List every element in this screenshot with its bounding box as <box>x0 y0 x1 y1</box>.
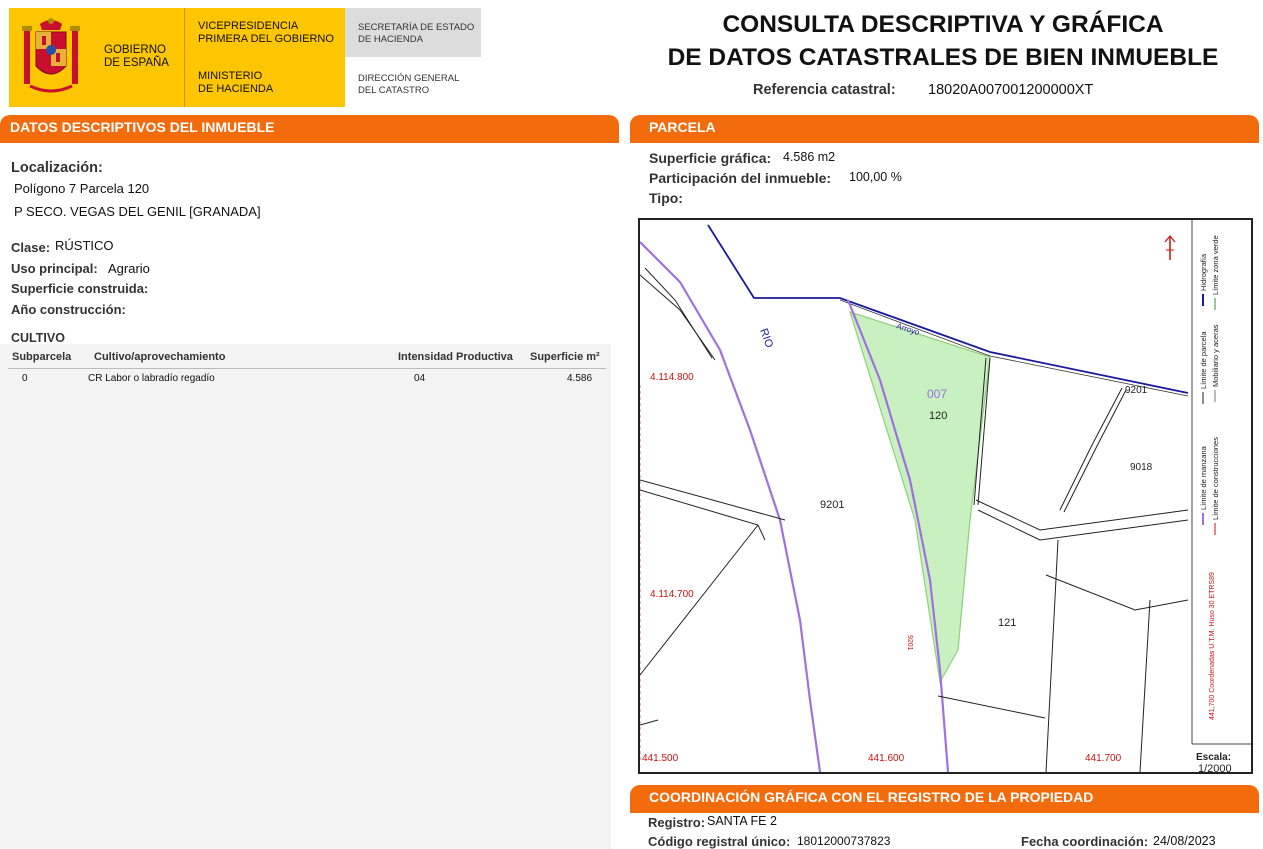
cell-subparcela: 0 <box>22 373 28 384</box>
ref-catastral-label: Referencia catastral: <box>753 82 896 98</box>
uso-label: Uso principal: <box>11 261 98 276</box>
gobierno-label: GOBIERNO DE ESPAÑA <box>104 44 169 69</box>
secretaria-label: SECRETARÍA DE ESTADO DE HACIENDA <box>358 22 475 45</box>
legend-limite-parcela: Límite de parcela <box>1199 331 1208 389</box>
section-underline <box>630 810 1259 813</box>
coord-y-top: 4.114.800 <box>650 372 694 383</box>
fecha-coordinacion-value: 24/08/2023 <box>1153 834 1216 848</box>
legend-zona-verde: Límite zona verde <box>1211 235 1220 295</box>
north-arrow-icon <box>1164 235 1176 260</box>
section-title-datos: DATOS DESCRIPTIVOS DEL INMUEBLE <box>10 119 275 135</box>
direccion-general-label: DIRECCIÓN GENERAL DEL CATASTRO <box>358 73 460 96</box>
government-logo-block: GOBIERNO DE ESPAÑA VICEPRESIDENCIA PRIME… <box>9 8 345 107</box>
cell-superficie: 4.586 <box>567 373 593 384</box>
localizacion-line2: P SECO. VEGAS DEL GENIL [GRANADA] <box>14 204 261 219</box>
document-title: CONSULTA DESCRIPTIVA Y GRÁFICA DE DATOS … <box>667 11 1219 71</box>
legend-limite-construcciones: Límite de construcciones <box>1211 437 1220 520</box>
parcela-121-label: 121 <box>998 617 1016 629</box>
superficie-grafica-label: Superficie gráfica: <box>649 150 772 166</box>
legend-limite-manzana: Límite de manzana <box>1199 445 1208 510</box>
participacion-value: 100,00 % <box>849 170 902 184</box>
fecha-coordinacion-label: Fecha coordinación: <box>1021 834 1149 849</box>
section-bar-datos: DATOS DESCRIPTIVOS DEL INMUEBLE <box>0 115 619 140</box>
parcela-9018-label: 9018 <box>1130 462 1153 473</box>
section-underline <box>630 140 1259 143</box>
manzana-line-left <box>640 241 822 772</box>
clase-value: RÚSTICO <box>55 238 114 253</box>
codigo-registral-value: 18012000737823 <box>797 834 891 848</box>
superficie-construida-label: Superficie construida: <box>11 281 149 296</box>
section-title-parcela: PARCELA <box>649 119 716 135</box>
coord-x-right: 441.700 <box>1085 753 1122 764</box>
section-bar-coordinacion: COORDINACIÓN GRÁFICA CON EL REGISTRO DE … <box>630 785 1259 810</box>
cell-intensidad: 04 <box>414 373 426 384</box>
registro-label: Registro: <box>648 815 706 830</box>
coord-x-left: 441.500 <box>642 753 679 764</box>
coat-of-arms-icon <box>22 18 80 93</box>
section-bar-parcela: PARCELA <box>630 115 1259 140</box>
legend-mobiliario: Mobiliario y aceras <box>1211 324 1220 387</box>
ministerio-label: MINISTERIO DE HACIENDA <box>198 70 274 95</box>
localizacion-line1: Polígono 7 Parcela 120 <box>14 181 150 196</box>
poligono-label: 007 <box>927 387 947 401</box>
tipo-label: Tipo: <box>649 190 683 206</box>
coord-y-bottom: 4.114.700 <box>650 589 694 600</box>
cell-cultivo: CR Labor o labradío regadío <box>88 373 215 384</box>
clase-label: Clase: <box>11 240 51 255</box>
uso-value: Agrario <box>108 261 150 276</box>
cultivo-title: CULTIVO <box>11 331 65 345</box>
escala-value: 1/2000 <box>1198 763 1232 772</box>
parcela-120-label: 120 <box>929 410 947 422</box>
parcel-120-shape <box>849 311 991 684</box>
legend-utm: 441,700 Coordenadas U.T.M. Huso 30 ETRS8… <box>1209 572 1216 720</box>
participacion-label: Participación del inmueble: <box>649 170 832 186</box>
superficie-grafica-value: 4.586 m2 <box>783 150 836 164</box>
map-drawing: 4.114.800 4.114.700 441.500 441.600 441.… <box>640 220 1251 772</box>
legend-hidrografia: Hidrografía <box>1199 253 1208 291</box>
coord-x-mid: 441.600 <box>868 753 905 764</box>
cultivo-header-superficie: Superficie m² <box>530 351 600 363</box>
cadastral-map[interactable]: 4.114.800 4.114.700 441.500 441.600 441.… <box>638 218 1253 774</box>
left-panel-background <box>0 344 611 849</box>
table-divider <box>8 368 606 369</box>
vicepresidencia-label: VICEPRESIDENCIA PRIMERA DEL GOBIERNO <box>198 20 334 45</box>
secretaria-block: SECRETARÍA DE ESTADO DE HACIENDA <box>345 8 481 57</box>
section-underline <box>0 140 619 143</box>
map-legend: Límite de manzana Límite de parcela Hidr… <box>1199 235 1220 720</box>
codigo-registral-label: Código registral único: <box>648 834 791 849</box>
cultivo-header-intensidad: Intensidad Productiva <box>398 351 513 363</box>
cultivo-header-subparcela: Subparcela <box>12 351 72 363</box>
ano-construccion-label: Año construcción: <box>11 302 126 317</box>
parcela-9201c-label: 9201 <box>906 635 913 651</box>
parcela-9201b-label: 9201 <box>1125 385 1148 396</box>
localizacion-label: Localización: <box>11 160 103 176</box>
section-title-coordinacion: COORDINACIÓN GRÁFICA CON EL REGISTRO DE … <box>649 789 1094 805</box>
rio-label: RIO <box>757 327 775 350</box>
escala-label: Escala: <box>1196 752 1231 763</box>
divider <box>184 8 185 107</box>
cultivo-header-cultivo: Cultivo/aprovechamiento <box>94 351 226 363</box>
registro-value: SANTA FE 2 <box>707 814 777 828</box>
parcela-9201-label: 9201 <box>820 499 844 511</box>
ref-catastral-value: 18020A007001200000XT <box>928 82 1094 98</box>
